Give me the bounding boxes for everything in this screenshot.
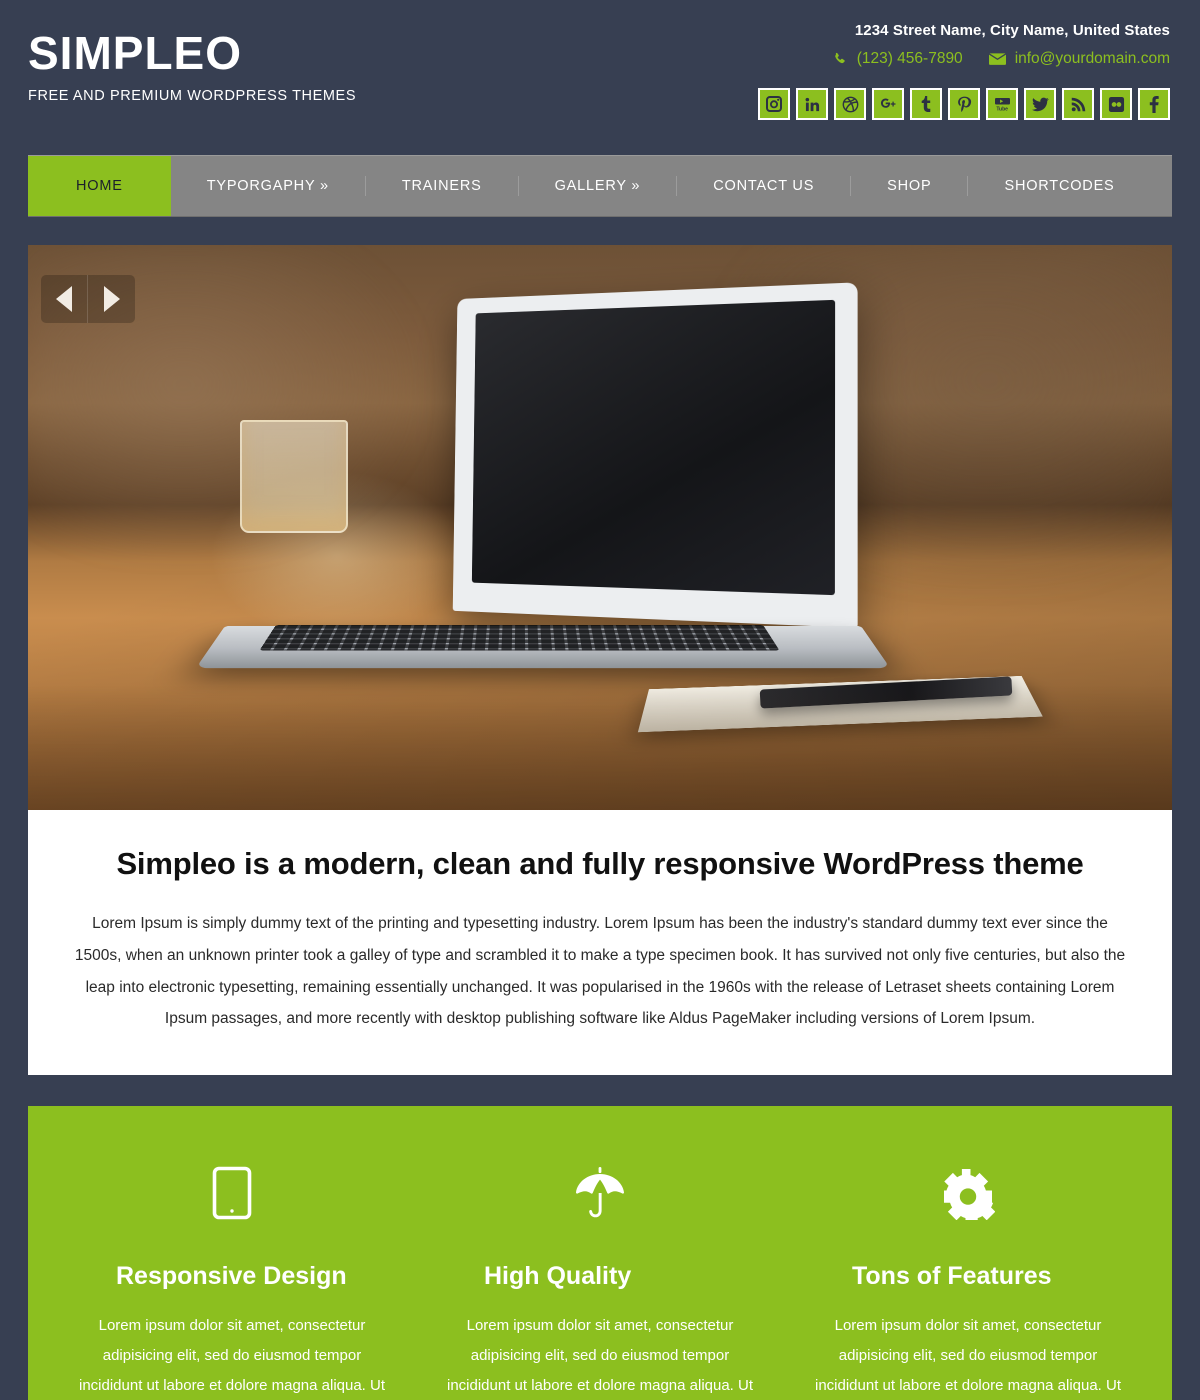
brand-title: SIMPLEO [28, 27, 243, 79]
instagram-icon[interactable] [758, 88, 790, 120]
nav-item-shop[interactable]: SHOP [851, 156, 967, 216]
phone-icon [833, 52, 848, 67]
feature-title: Responsive Design [116, 1262, 347, 1291]
site-header: SIMPLEO FREE AND PREMIUM WORDPRESS THEME… [0, 0, 1200, 155]
chevron-right-icon [103, 286, 120, 312]
nav-item-gallery[interactable]: GALLERY » [519, 156, 677, 216]
email-link[interactable]: info@yourdomain.com [988, 50, 1170, 68]
intro-section: Simpleo is a modern, clean and fully res… [28, 810, 1172, 1076]
email-address: info@yourdomain.com [1014, 50, 1170, 67]
laptop-keyboard [259, 625, 780, 651]
facebook-icon[interactable] [1138, 88, 1170, 120]
feature-high-quality: High Quality Lorem ipsum dolor sit amet,… [416, 1160, 784, 1400]
nav-item-contact-us[interactable]: CONTACT US [677, 156, 850, 216]
gear-icon [806, 1160, 1130, 1226]
feature-text: Lorem ipsum dolor sit amet, consectetur … [78, 1317, 386, 1395]
tablet-icon [70, 1160, 394, 1226]
features-section: Responsive Design Lorem ipsum dolor sit … [28, 1106, 1172, 1400]
feature-tons-of-features: Tons of Features Lorem ipsum dolor sit a… [784, 1160, 1152, 1400]
water-glass [239, 420, 349, 534]
intro-paragraph: Lorem Ipsum is simply dummy text of the … [74, 915, 1126, 1028]
brand-tagline: FREE AND PREMIUM WORDPRESS THEMES [28, 88, 357, 104]
hero-slide-image [28, 245, 1172, 810]
phone-number: (123) 456-7890 [856, 50, 963, 67]
page-root: SIMPLEO FREE AND PREMIUM WORDPRESS THEME… [0, 0, 1200, 1400]
table-surface [28, 685, 1172, 810]
social-links: Tube [758, 88, 1170, 120]
feature-title: Tons of Features [852, 1262, 1052, 1291]
svg-text:Tube: Tube [996, 106, 1008, 112]
feature-title: High Quality [484, 1262, 632, 1291]
contact-links: (123) 456-7890 info@yourdomain.com [833, 50, 1170, 68]
nav-item-typorgaphy[interactable]: TYPORGAPHY » [171, 156, 365, 216]
main-navigation: HOME TYPORGAPHY » TRAINERS GALLERY » CON… [28, 155, 1172, 217]
twitter-icon[interactable] [1024, 88, 1056, 120]
dribbble-icon[interactable] [834, 88, 866, 120]
umbrella-icon [438, 1160, 762, 1226]
nav-item-home[interactable]: HOME [28, 156, 171, 216]
laptop-screen [452, 282, 858, 628]
envelope-icon [988, 52, 1006, 66]
feature-text: Lorem ipsum dolor sit amet, consectetur … [814, 1317, 1122, 1395]
nav-item-shortcodes[interactable]: SHORTCODES [968, 156, 1150, 216]
tumblr-icon[interactable] [910, 88, 942, 120]
flickr-icon[interactable] [1100, 88, 1132, 120]
feature-text: Lorem ipsum dolor sit amet, consectetur … [446, 1317, 754, 1395]
brand[interactable]: SIMPLEO FREE AND PREMIUM WORDPRESS THEME… [28, 22, 356, 104]
youtube-icon[interactable]: Tube [986, 88, 1018, 120]
slider-controls [41, 275, 135, 323]
chevron-left-icon [56, 286, 72, 312]
hero-slider [28, 245, 1172, 810]
phone-link[interactable]: (123) 456-7890 [833, 50, 963, 68]
google-plus-icon[interactable] [872, 88, 904, 120]
feature-responsive-design: Responsive Design Lorem ipsum dolor sit … [48, 1160, 416, 1400]
header-contact-block: 1234 Street Name, City Name, United Stat… [758, 22, 1170, 120]
linkedin-icon[interactable] [796, 88, 828, 120]
slider-next-button[interactable] [88, 275, 135, 323]
address-text: 1234 Street Name, City Name, United Stat… [854, 22, 1170, 39]
rss-icon[interactable] [1062, 88, 1094, 120]
slider-prev-button[interactable] [41, 275, 88, 323]
intro-title: Simpleo is a modern, clean and fully res… [116, 846, 1084, 881]
nav-item-trainers[interactable]: TRAINERS [366, 156, 518, 216]
pinterest-icon[interactable] [948, 88, 980, 120]
